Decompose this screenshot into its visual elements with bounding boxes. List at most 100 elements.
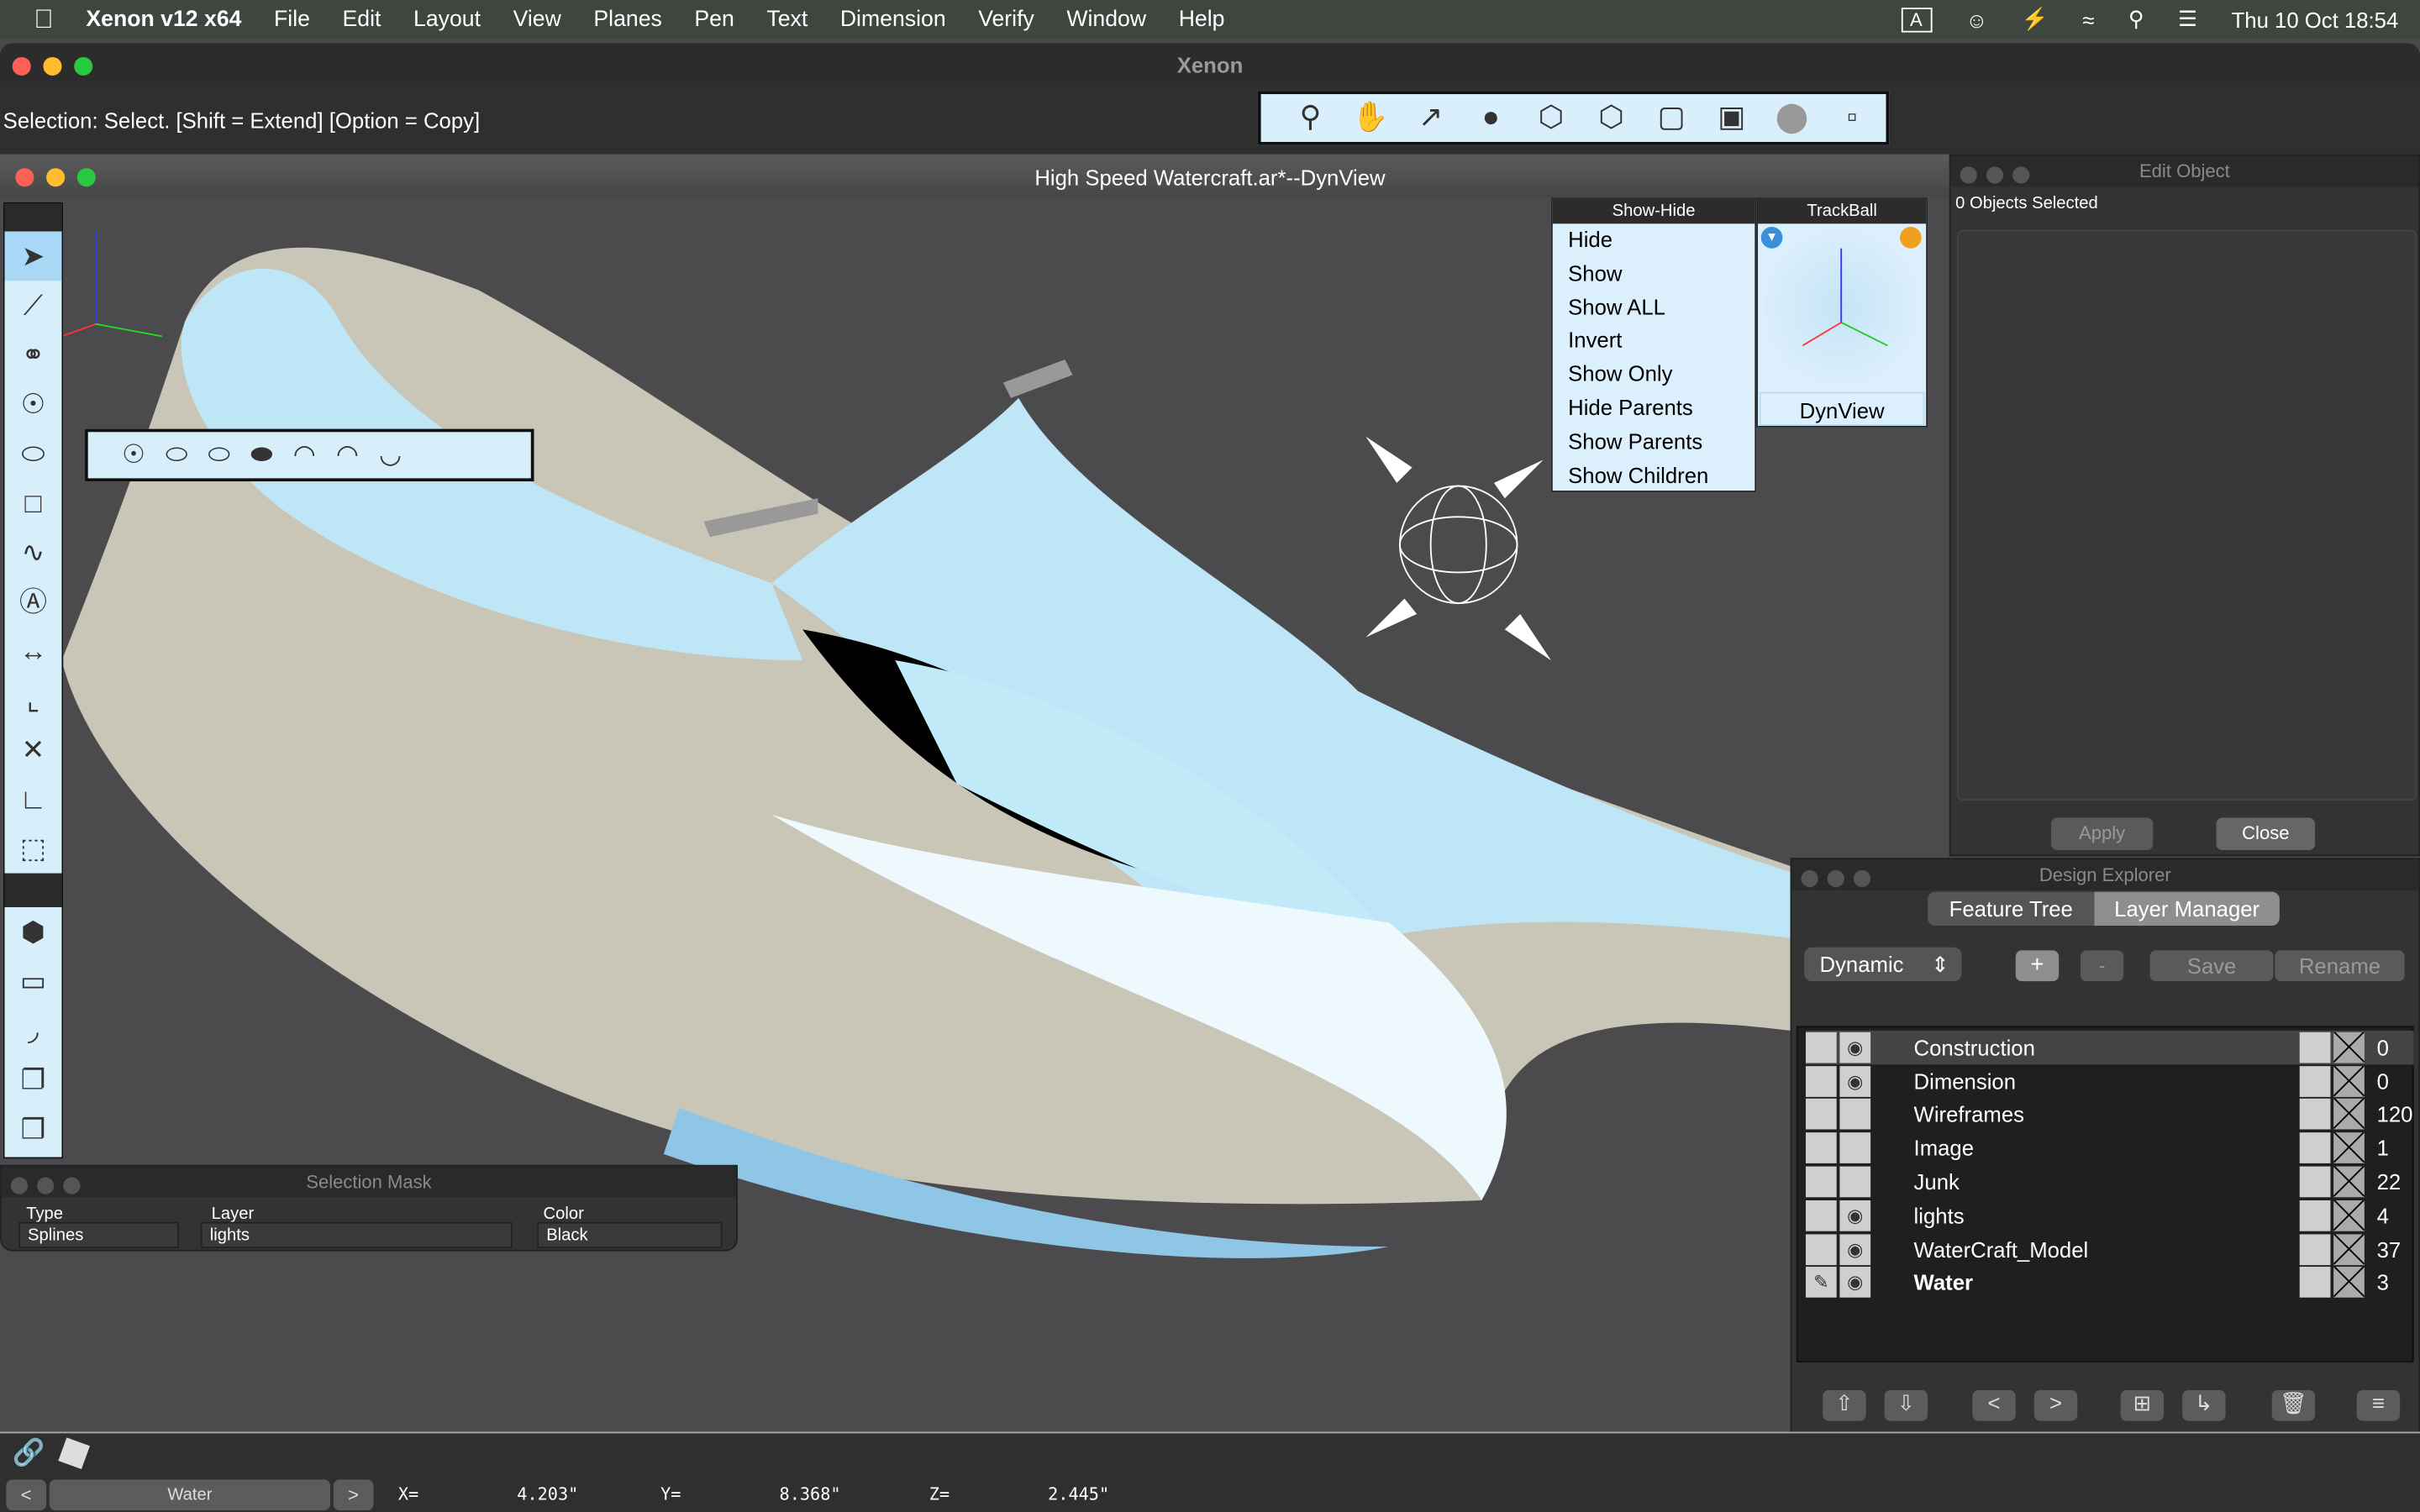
layer-row[interactable]: Wireframes 120 [1805, 1098, 2414, 1131]
eye-icon[interactable]: ◉ [1839, 1233, 1871, 1265]
menu-planes[interactable]: Planes [593, 7, 661, 31]
dropdown-icon[interactable]: ▼ [1760, 226, 1783, 249]
eye-icon[interactable]: ◉ [1839, 1032, 1871, 1063]
menu-show-parents[interactable]: Show Parents [1553, 426, 1755, 459]
menu-help[interactable]: Help [1179, 7, 1225, 31]
dynview-button[interactable]: DynView [1759, 391, 1925, 426]
fillet-tool-icon[interactable]: ⌞ [5, 675, 62, 725]
current-layer-button[interactable]: Water [49, 1479, 331, 1511]
tab-feature-tree[interactable]: Feature Tree [1928, 891, 2095, 927]
menu-text[interactable]: Text [766, 7, 808, 31]
layer-prev-button[interactable]: < [6, 1479, 47, 1511]
rename-layer-button[interactable]: Rename [2275, 950, 2405, 982]
clock[interactable]: Thu 10 Oct 18:54 [2232, 7, 2399, 31]
box-view-icon[interactable]: ▫ [1830, 98, 1873, 139]
layer-select[interactable]: lights [200, 1221, 513, 1248]
menu-verify[interactable]: Verify [978, 7, 1034, 31]
layer-row[interactable]: ◉ WaterCraft_Model 37 [1805, 1232, 2414, 1266]
menu-view[interactable]: View [513, 7, 561, 31]
menu-hide[interactable]: Hide [1553, 223, 1755, 257]
layer-color-swatch[interactable] [2299, 1132, 2331, 1164]
zoom-icon[interactable]: ⚲ [1289, 98, 1332, 139]
menu-dimension[interactable]: Dimension [840, 7, 946, 31]
circle-tool-icon[interactable]: ☉ [5, 380, 62, 429]
edit-toggle[interactable] [1805, 1099, 1837, 1131]
menu-show[interactable]: Show [1553, 257, 1755, 291]
line-tool-icon[interactable]: ⟋ [5, 281, 62, 330]
layer-lock-x-icon[interactable] [2333, 1132, 2365, 1164]
apple-icon[interactable]:  [34, 4, 53, 35]
menu-hide-parents[interactable]: Hide Parents [1553, 392, 1755, 426]
eye-icon[interactable]: ◉ [1839, 1065, 1871, 1097]
ellipse-center-icon[interactable]: ☉ [122, 439, 145, 470]
wifi-icon[interactable]: ≈ [2082, 7, 2094, 31]
app-menu[interactable]: Xenon v12 x64 [86, 7, 241, 31]
pencil-icon[interactable]: ✎ [1805, 1267, 1837, 1299]
layer-row[interactable]: ✎ ◉ Water 3 [1805, 1266, 2414, 1299]
shaded-cube-icon[interactable]: ▣ [1710, 98, 1753, 139]
control-center-icon[interactable]: ☰ [2178, 6, 2197, 32]
close-panel-button[interactable]: Close [2216, 817, 2316, 851]
layer-color-swatch[interactable] [2299, 1065, 2331, 1097]
layer-color-swatch[interactable] [2299, 1267, 2331, 1299]
ellipse-tool-icon[interactable]: ⬭ [5, 429, 62, 479]
extrude-icon[interactable]: ▭ [5, 957, 62, 1006]
wireframe-cube-icon[interactable]: ⬡ [1529, 98, 1572, 139]
menu-edit[interactable]: Edit [343, 7, 381, 31]
edit-toggle[interactable] [1805, 1233, 1837, 1265]
edit-toggle[interactable] [1805, 1132, 1837, 1164]
plane-tool-icon[interactable]: ∟ [5, 774, 62, 824]
hidden-line-cube-icon[interactable]: ⬡ [1590, 98, 1633, 139]
battery-icon[interactable]: ⚡ [2022, 6, 2049, 32]
text-tool-icon[interactable]: Ⓐ [5, 577, 62, 627]
eye-icon[interactable]: ◉ [1839, 1267, 1871, 1299]
type-select[interactable]: Splines [18, 1221, 180, 1248]
pan-hand-icon[interactable]: ✋ [1349, 98, 1392, 139]
layer-color-swatch[interactable] [2299, 1233, 2331, 1265]
menu-icon[interactable]: ≡ [2356, 1389, 2401, 1421]
apply-button[interactable]: Apply [2051, 817, 2154, 851]
outline-cube-icon[interactable]: ▢ [1649, 98, 1692, 139]
menu-file[interactable]: File [274, 7, 310, 31]
arc-partial-icon[interactable]: ◡ [379, 439, 402, 470]
shell-icon[interactable]: ❐ [5, 1055, 62, 1105]
layer-lock-x-icon[interactable] [2333, 1099, 2365, 1131]
work-plane-icon[interactable] [58, 1437, 90, 1470]
layer-lock-x-icon[interactable] [2333, 1065, 2365, 1097]
sweep-icon[interactable]: ◞ [5, 1006, 62, 1056]
add-sublayer-icon[interactable]: ⊞ [2120, 1389, 2165, 1421]
spline-tool-icon[interactable]: ∿ [5, 528, 62, 577]
boolean-icon[interactable]: ❒ [5, 1105, 62, 1154]
trackball-control[interactable] [1764, 229, 1919, 385]
next-layer-button[interactable]: > [2033, 1389, 2078, 1421]
layer-lock-x-icon[interactable] [2333, 1200, 2365, 1231]
menu-show-only[interactable]: Show Only [1553, 358, 1755, 391]
select-arrow-icon[interactable]: ➤ [4, 231, 62, 281]
edit-toggle[interactable] [1805, 1166, 1837, 1198]
layer-row[interactable]: ◉ Construction 0 [1805, 1030, 2414, 1064]
layer-row[interactable]: Junk 22 [1805, 1165, 2414, 1199]
layer-row[interactable]: ◉ lights 4 [1805, 1199, 2414, 1232]
arc-tool-icon[interactable]: ⚭ [5, 330, 62, 380]
ellipse-3pt-icon[interactable]: ⬭ [208, 439, 231, 470]
menu-invert[interactable]: Invert [1553, 324, 1755, 358]
visibility-toggle[interactable] [1839, 1166, 1871, 1198]
ellipse-icon[interactable]: ⬭ [166, 439, 188, 470]
edit-toggle[interactable] [1805, 1032, 1837, 1063]
layer-color-swatch[interactable] [2299, 1200, 2331, 1231]
layer-mode-select[interactable]: Dynamic ⇕ [1804, 947, 1962, 982]
menu-window[interactable]: Window [1066, 7, 1146, 31]
sphere-icon[interactable]: ⬤ [1770, 98, 1813, 139]
prev-layer-button[interactable]: < [1972, 1389, 2016, 1421]
user-icon[interactable]: ☺ [1965, 7, 1987, 31]
scale-icon[interactable]: ↗ [1409, 98, 1452, 139]
layer-lock-x-icon[interactable] [2333, 1166, 2365, 1198]
visibility-toggle[interactable] [1839, 1099, 1871, 1131]
tab-layer-manager[interactable]: Layer Manager [2094, 891, 2280, 927]
save-layer-button[interactable]: Save [2149, 950, 2274, 982]
edit-toggle[interactable] [1805, 1200, 1837, 1231]
arc-r-icon[interactable]: ◠ [293, 439, 316, 470]
layer-lock-x-icon[interactable] [2333, 1267, 2365, 1299]
edit-toggle[interactable] [1805, 1065, 1837, 1097]
arc-r2-icon[interactable]: ◠ [336, 439, 359, 470]
